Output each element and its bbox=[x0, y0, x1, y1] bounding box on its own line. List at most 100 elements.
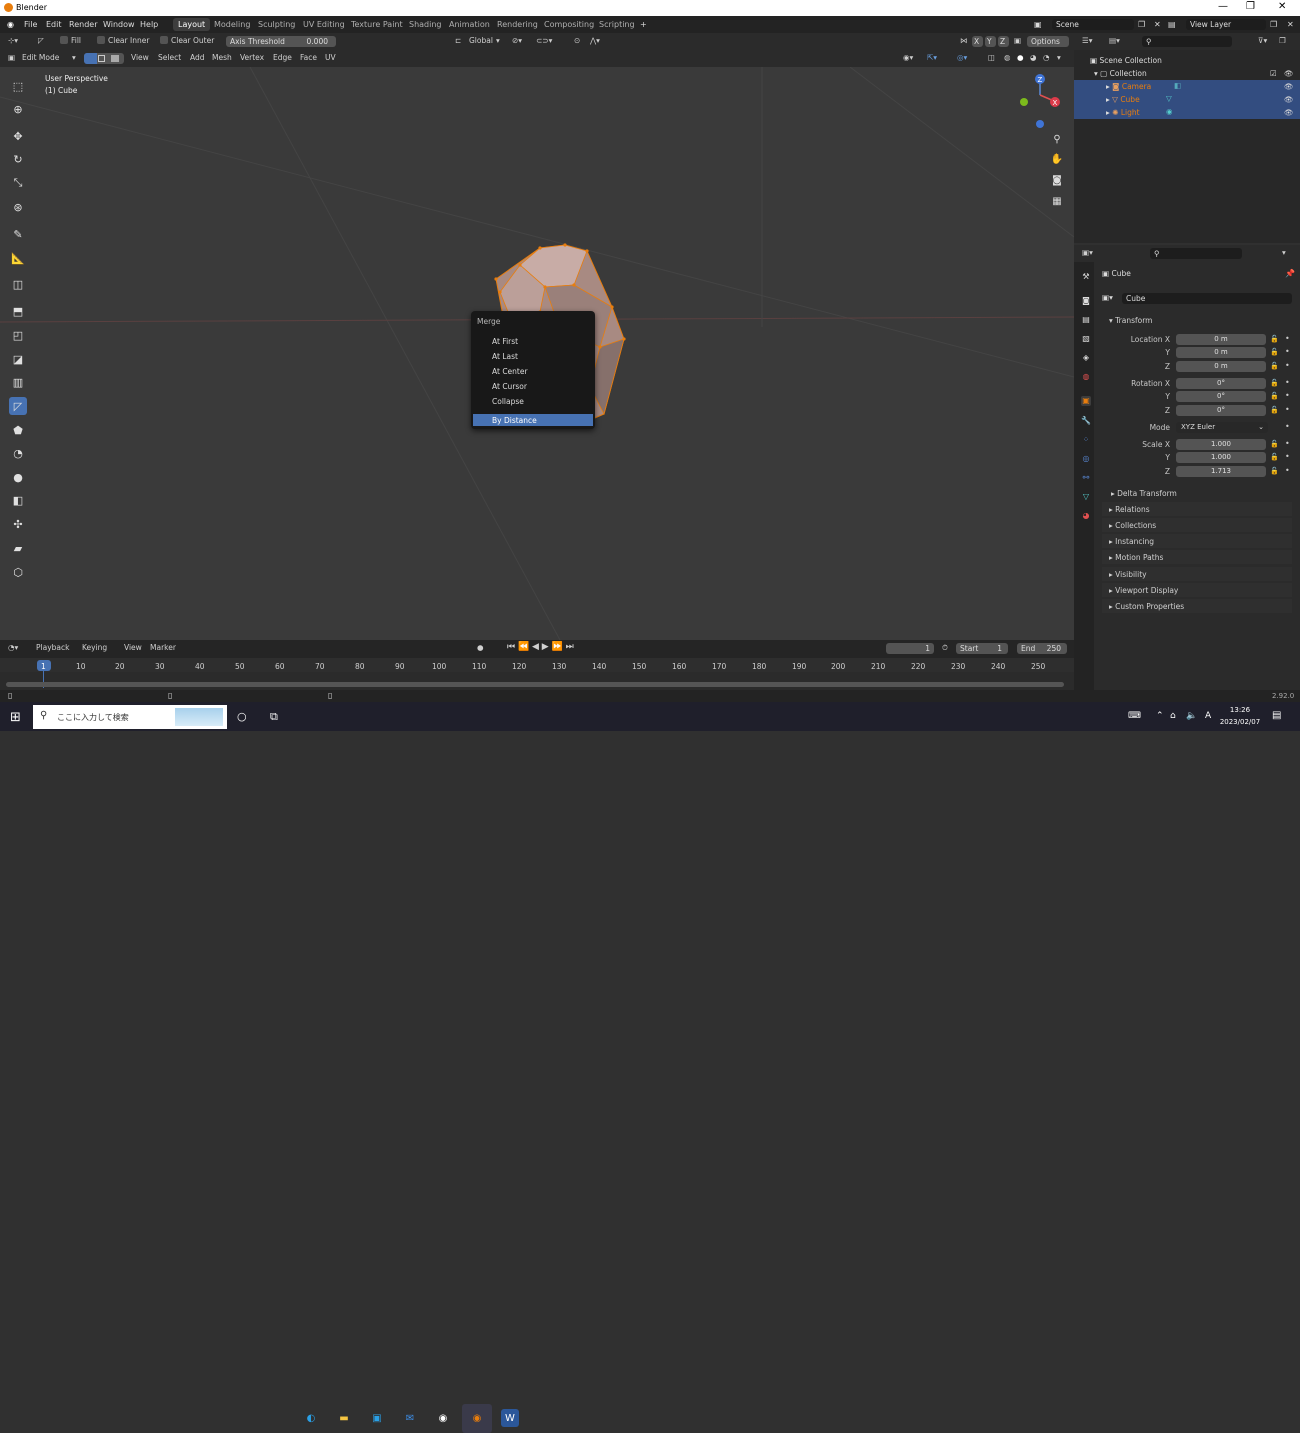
keyframe-dot-icon[interactable]: • bbox=[1285, 422, 1290, 431]
camera-eye-icon[interactable]: 👁 bbox=[1284, 82, 1294, 91]
object-type-icon[interactable]: ▣▾ bbox=[1102, 293, 1113, 302]
menu-help[interactable]: Help bbox=[140, 20, 158, 29]
face-select-icon[interactable] bbox=[111, 55, 119, 62]
rotate-icon[interactable]: ↻ bbox=[9, 150, 27, 168]
current-frame-field[interactable]: 1 bbox=[886, 643, 934, 654]
solid-shading-icon[interactable]: ● bbox=[1017, 53, 1024, 62]
move-icon[interactable]: ✥ bbox=[9, 127, 27, 145]
menu-playback[interactable]: Playback bbox=[36, 643, 69, 652]
ortho-grid-icon[interactable]: ▦ bbox=[1049, 193, 1065, 209]
extrude-icon[interactable]: ⬒ bbox=[9, 302, 27, 320]
volume-icon[interactable]: 🔈 bbox=[1186, 711, 1197, 721]
menu-keying[interactable]: Keying bbox=[82, 643, 107, 652]
lock-icon[interactable]: 🔓 bbox=[1270, 335, 1279, 343]
scene-collection-row[interactable]: ▣ Scene Collection bbox=[1074, 54, 1300, 67]
bevel-icon[interactable]: ◪ bbox=[9, 350, 27, 368]
cortana-icon[interactable]: ○ bbox=[237, 710, 247, 723]
collection-row[interactable]: ▾ ▢ Collection ☑ 👁 bbox=[1074, 67, 1300, 80]
tab-shading[interactable]: Shading bbox=[404, 18, 447, 31]
navigation-gizmo[interactable]: Z X bbox=[1020, 74, 1060, 128]
blender-taskbar-icon[interactable]: ◉ bbox=[462, 1404, 492, 1433]
motion-paths-panel[interactable]: ▸ Motion Paths bbox=[1102, 550, 1292, 564]
location-z-field[interactable]: 0 m bbox=[1176, 361, 1266, 372]
shading-options-icon[interactable]: ▾ bbox=[1057, 53, 1061, 62]
network-icon[interactable]: ⌂ bbox=[1170, 711, 1176, 721]
select-box-icon[interactable]: ⬚ bbox=[9, 77, 27, 95]
delete-scene-icon[interactable]: ✕ bbox=[1154, 20, 1161, 29]
tab-uv-editing[interactable]: UV Editing bbox=[298, 18, 350, 31]
scale-x-field[interactable]: 1.000 bbox=[1176, 439, 1266, 450]
overlay-icon[interactable]: ◎▾ bbox=[957, 53, 967, 62]
rip-region-icon[interactable]: ⬡ bbox=[9, 563, 27, 581]
proportional-edit-icon[interactable]: ⊙ bbox=[574, 36, 580, 45]
tab-sculpting[interactable]: Sculpting bbox=[253, 18, 300, 31]
delete-view-layer-icon[interactable]: ✕ bbox=[1287, 20, 1294, 29]
scale-y-field[interactable]: 1.000 bbox=[1176, 452, 1266, 463]
mirror-y-toggle[interactable]: Y bbox=[985, 36, 996, 47]
smooth-icon[interactable]: ● bbox=[9, 468, 27, 486]
outliner-search-input[interactable]: ⚲ bbox=[1142, 36, 1232, 47]
light-eye-icon[interactable]: 👁 bbox=[1284, 108, 1294, 117]
view-layer-field[interactable]: View Layer bbox=[1186, 19, 1266, 30]
rotation-z-field[interactable]: 0° bbox=[1176, 405, 1266, 416]
notification-icon[interactable]: ▤ bbox=[1272, 710, 1281, 721]
taskbar-date[interactable]: 2023/02/07 bbox=[1216, 718, 1264, 726]
location-y-field[interactable]: 0 m bbox=[1176, 347, 1266, 358]
menu-edit[interactable]: Edit bbox=[46, 20, 62, 29]
new-view-layer-icon[interactable]: ❐ bbox=[1270, 20, 1277, 29]
outliner-item-camera[interactable]: ▸ ◙ Camera ◧ 👁 bbox=[1074, 80, 1300, 93]
rotation-y-field[interactable]: 0° bbox=[1176, 391, 1266, 402]
editor-type-icon[interactable]: ⊹▾ bbox=[8, 36, 18, 45]
inset-icon[interactable]: ◰ bbox=[9, 326, 27, 344]
lock-icon[interactable]: 🔓 bbox=[1270, 440, 1279, 448]
properties-search-input[interactable]: ⚲ bbox=[1150, 248, 1242, 259]
material-tab-icon[interactable]: ◕ bbox=[1081, 511, 1091, 521]
lock-icon[interactable]: 🔓 bbox=[1270, 348, 1279, 356]
tray-chevron-icon[interactable]: ⌃ bbox=[1156, 711, 1164, 721]
scene-tab-icon[interactable]: ◈ bbox=[1081, 353, 1091, 363]
taskbar-search-input[interactable]: ⚲ ここに入力して検索 bbox=[33, 705, 227, 729]
relations-panel[interactable]: ▸ Relations bbox=[1102, 502, 1292, 516]
view-layer-icon[interactable]: ▤ bbox=[1168, 20, 1176, 29]
store-icon[interactable]: ▣ bbox=[368, 1409, 386, 1427]
menu-window[interactable]: Window bbox=[103, 20, 135, 29]
timeline-scrollbar[interactable] bbox=[6, 682, 1064, 687]
keyframe-dot-icon[interactable]: • bbox=[1285, 378, 1290, 387]
wireframe-shading-icon[interactable]: ◍ bbox=[1004, 53, 1011, 62]
menu-uv[interactable]: UV bbox=[325, 53, 336, 62]
pan-hand-icon[interactable]: ✋ bbox=[1049, 151, 1065, 167]
render-tab-icon[interactable]: ◙ bbox=[1081, 296, 1091, 306]
mail-icon[interactable]: ✉ bbox=[401, 1409, 419, 1427]
tab-rendering[interactable]: Rendering bbox=[492, 18, 543, 31]
annotate-icon[interactable]: ✎ bbox=[9, 225, 27, 243]
minimize-icon[interactable]: — bbox=[1218, 1, 1228, 12]
new-collection-icon[interactable]: ❐ bbox=[1279, 36, 1286, 45]
clock-icon[interactable]: ⏱ bbox=[942, 643, 948, 653]
spin-icon[interactable]: ◔ bbox=[9, 444, 27, 462]
modifier-tab-icon[interactable]: 🔧 bbox=[1081, 416, 1091, 426]
mode-dropdown[interactable]: Edit Mode bbox=[22, 53, 59, 62]
cube-eye-icon[interactable]: 👁 bbox=[1284, 95, 1294, 104]
keyframe-dot-icon[interactable]: • bbox=[1285, 405, 1290, 414]
knife-icon[interactable]: ◸ bbox=[9, 397, 27, 415]
tab-texture-paint[interactable]: Texture Paint bbox=[346, 18, 408, 31]
start-frame-field[interactable]: Start 1 bbox=[956, 643, 1008, 654]
location-x-field[interactable]: 0 m bbox=[1176, 334, 1266, 345]
vertex-select-icon[interactable] bbox=[84, 53, 97, 64]
rotation-x-field[interactable]: 0° bbox=[1176, 378, 1266, 389]
scene-icon[interactable]: ▣ bbox=[1034, 20, 1042, 29]
clear-outer-checkbox[interactable]: Clear Outer bbox=[160, 36, 214, 45]
shear-icon[interactable]: ▰ bbox=[9, 539, 27, 557]
merge-at-center[interactable]: At Center bbox=[473, 365, 593, 377]
add-cube-icon[interactable]: ◫ bbox=[9, 275, 27, 293]
taskbar-time[interactable]: 13:26 bbox=[1222, 706, 1258, 714]
scene-field[interactable]: Scene bbox=[1052, 19, 1134, 30]
keyframe-dot-icon[interactable]: • bbox=[1285, 347, 1290, 356]
merge-at-last[interactable]: At Last bbox=[473, 350, 593, 362]
task-view-icon[interactable]: ⧉ bbox=[270, 710, 278, 724]
collection-checkbox-icon[interactable]: ☑ bbox=[1270, 69, 1277, 78]
keyboard-icon[interactable]: ⌨ bbox=[1128, 711, 1141, 721]
material-shading-icon[interactable]: ◕ bbox=[1030, 53, 1037, 62]
mirror-icon[interactable]: ⋈ bbox=[960, 36, 968, 45]
keyframe-dot-icon[interactable]: • bbox=[1285, 391, 1290, 400]
